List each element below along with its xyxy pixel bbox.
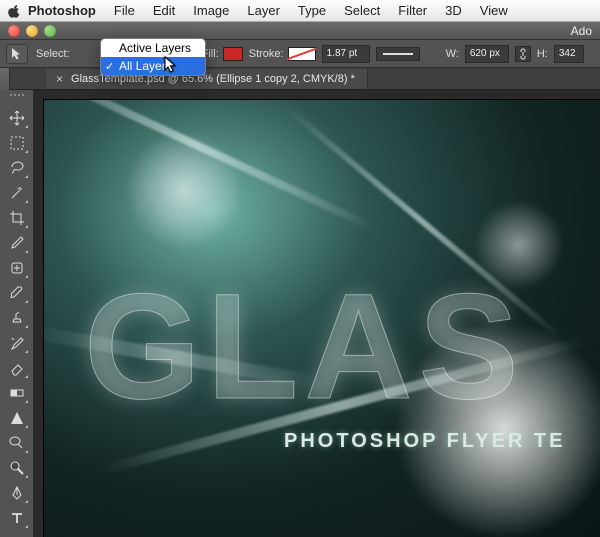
menu-view[interactable]: View bbox=[480, 3, 508, 18]
history-brush-tool[interactable] bbox=[4, 331, 30, 355]
stroke-swatch[interactable] bbox=[288, 47, 316, 61]
tab-gutter bbox=[0, 68, 10, 90]
height-label: H: bbox=[537, 48, 548, 60]
stroke-width-input[interactable] bbox=[322, 45, 370, 63]
select-option-active-layers[interactable]: Active Layers bbox=[101, 39, 205, 57]
window-titlebar: Ado bbox=[0, 22, 600, 40]
eyedropper-tool[interactable] bbox=[4, 231, 30, 255]
type-tool[interactable] bbox=[4, 506, 30, 530]
menu-3d[interactable]: 3D bbox=[445, 3, 462, 18]
tools-panel bbox=[0, 90, 34, 537]
cursor-icon bbox=[164, 56, 178, 74]
magic-wand-tool[interactable] bbox=[4, 181, 30, 205]
menu-file[interactable]: File bbox=[114, 3, 135, 18]
apple-logo-icon[interactable] bbox=[8, 4, 22, 18]
select-scope-control[interactable]: Select: bbox=[36, 48, 70, 60]
panel-grip-icon[interactable] bbox=[3, 94, 31, 101]
document-canvas[interactable]: GLAS PHOTOSHOP FLYER TE bbox=[44, 100, 600, 537]
eraser-tool[interactable] bbox=[4, 356, 30, 380]
select-label: Select: bbox=[36, 48, 70, 60]
menu-select[interactable]: Select bbox=[344, 3, 380, 18]
stroke-label: Stroke: bbox=[249, 48, 284, 60]
shape-tool[interactable] bbox=[4, 406, 30, 430]
menu-type[interactable]: Type bbox=[298, 3, 326, 18]
width-input[interactable] bbox=[465, 45, 509, 63]
gradient-tool[interactable] bbox=[4, 381, 30, 405]
dodge-tool[interactable] bbox=[4, 456, 30, 480]
marquee-tool[interactable] bbox=[4, 131, 30, 155]
brush-tool[interactable] bbox=[4, 281, 30, 305]
artwork-headline: GLAS bbox=[84, 260, 525, 433]
document-tab[interactable]: × GlassTemplate.psd @ 65.6% (Ellipse 1 c… bbox=[46, 69, 368, 89]
menu-edit[interactable]: Edit bbox=[153, 3, 175, 18]
height-input[interactable] bbox=[554, 45, 584, 63]
options-bar: Select: Fill: Stroke: W: H: bbox=[0, 40, 600, 68]
mac-menubar: Photoshop File Edit Image Layer Type Sel… bbox=[0, 0, 600, 22]
window-title-fragment: Ado bbox=[571, 24, 592, 38]
pen-tool[interactable] bbox=[4, 481, 30, 505]
option-label: Active Layers bbox=[119, 41, 191, 55]
link-dimensions-button[interactable] bbox=[515, 46, 531, 62]
close-window-button[interactable] bbox=[8, 25, 20, 37]
select-option-all-layers[interactable]: ✓ All Layers bbox=[101, 57, 205, 75]
clone-stamp-tool[interactable] bbox=[4, 306, 30, 330]
crop-tool[interactable] bbox=[4, 206, 30, 230]
move-tool[interactable] bbox=[4, 106, 30, 130]
lasso-tool[interactable] bbox=[4, 156, 30, 180]
healing-brush-tool[interactable] bbox=[4, 256, 30, 280]
stroke-style-dropdown[interactable] bbox=[376, 47, 420, 61]
select-scope-dropdown: Active Layers ✓ All Layers bbox=[100, 38, 206, 76]
current-tool-preset[interactable] bbox=[6, 44, 28, 64]
app-name[interactable]: Photoshop bbox=[28, 3, 96, 18]
check-icon: ✓ bbox=[105, 60, 114, 73]
zoom-window-button[interactable] bbox=[44, 25, 56, 37]
menu-filter[interactable]: Filter bbox=[398, 3, 427, 18]
document-tab-strip: × GlassTemplate.psd @ 65.6% (Ellipse 1 c… bbox=[0, 68, 600, 90]
width-label: W: bbox=[446, 48, 459, 60]
tab-close-button[interactable]: × bbox=[56, 72, 63, 86]
menu-layer[interactable]: Layer bbox=[247, 3, 280, 18]
fill-swatch[interactable] bbox=[223, 47, 243, 61]
blur-tool[interactable] bbox=[4, 431, 30, 455]
menu-image[interactable]: Image bbox=[193, 3, 229, 18]
minimize-window-button[interactable] bbox=[26, 25, 38, 37]
workspace: GLAS PHOTOSHOP FLYER TE bbox=[0, 90, 600, 537]
canvas-area[interactable]: GLAS PHOTOSHOP FLYER TE bbox=[34, 90, 600, 537]
artwork-subtitle: PHOTOSHOP FLYER TE bbox=[284, 430, 565, 453]
